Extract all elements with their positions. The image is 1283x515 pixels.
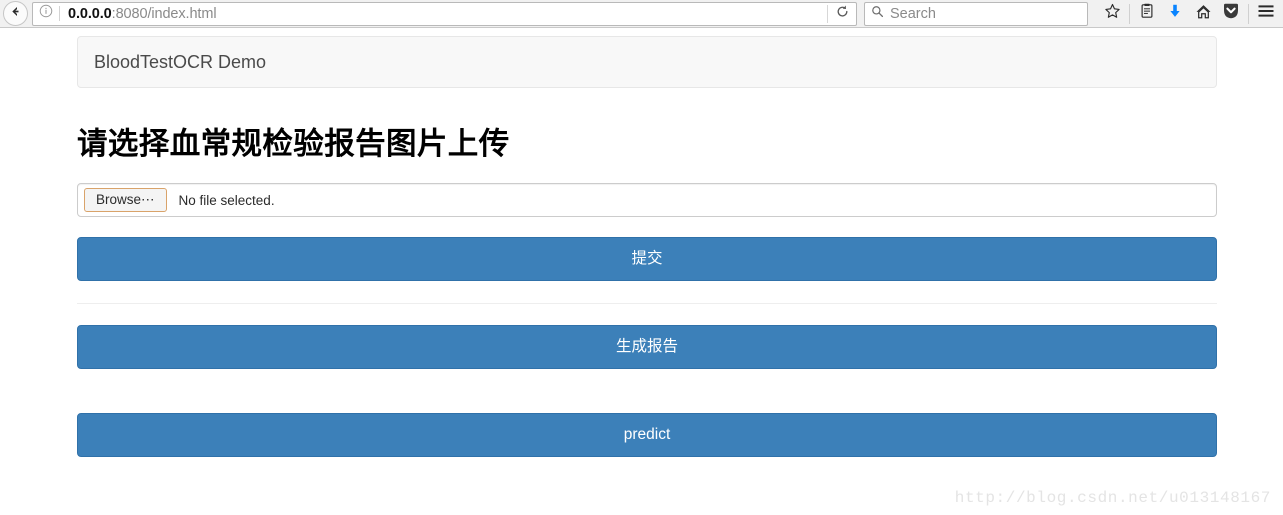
page-body: BloodTestOCR Demo 请选择血常规检验报告图片上传 Browse⋯… [0, 29, 1283, 515]
pocket-button[interactable] [1217, 1, 1245, 27]
content-container: BloodTestOCR Demo 请选择血常规检验报告图片上传 Browse⋯… [77, 36, 1217, 457]
file-upload-input[interactable]: Browse⋯ No file selected. [77, 183, 1217, 217]
toolbar-separator [1129, 3, 1130, 24]
toolbar-separator-2 [1248, 3, 1249, 24]
navbar-brand[interactable]: BloodTestOCR Demo [94, 52, 266, 72]
url-bar[interactable]: 0.0.0.0:8080/index.html [32, 1, 857, 26]
info-circle-icon [39, 4, 53, 23]
section-divider [77, 303, 1217, 304]
pocket-icon [1222, 2, 1240, 25]
arrow-left-icon [8, 4, 23, 24]
browser-toolbar: 0.0.0.0:8080/index.html Search [0, 0, 1283, 28]
url-text: 0.0.0.0:8080/index.html [68, 3, 827, 25]
bookmark-star-button[interactable] [1098, 1, 1126, 27]
downloads-button[interactable] [1161, 1, 1189, 27]
home-icon [1195, 3, 1212, 25]
watermark: http://blog.csdn.net/u013148167 [954, 489, 1271, 507]
search-bar[interactable]: Search [864, 1, 1088, 26]
search-input[interactable]: Search [890, 3, 936, 25]
reader-view-icon [1139, 3, 1155, 24]
search-icon [871, 5, 884, 23]
hamburger-menu-button[interactable] [1252, 1, 1280, 27]
reload-button[interactable] [828, 3, 856, 25]
url-path: :8080/index.html [111, 5, 217, 22]
page-title: 请选择血常规检验报告图片上传 [77, 127, 510, 161]
url-separator [59, 6, 60, 21]
home-button[interactable] [1189, 1, 1217, 27]
submit-button[interactable]: 提交 [77, 237, 1217, 281]
reader-view-button[interactable] [1133, 1, 1161, 27]
reload-icon [835, 4, 850, 24]
site-info-button[interactable] [33, 3, 59, 25]
browse-button[interactable]: Browse⋯ [84, 188, 167, 212]
predict-button[interactable]: predict [77, 413, 1217, 457]
hamburger-menu-icon [1257, 3, 1275, 24]
downloads-icon [1167, 3, 1183, 24]
navbar: BloodTestOCR Demo [77, 36, 1217, 88]
url-host: 0.0.0.0 [68, 5, 112, 22]
bookmark-star-icon [1104, 3, 1121, 25]
generate-report-button[interactable]: 生成报告 [77, 325, 1217, 369]
file-status-label: No file selected. [178, 192, 275, 208]
back-button[interactable] [3, 1, 28, 26]
